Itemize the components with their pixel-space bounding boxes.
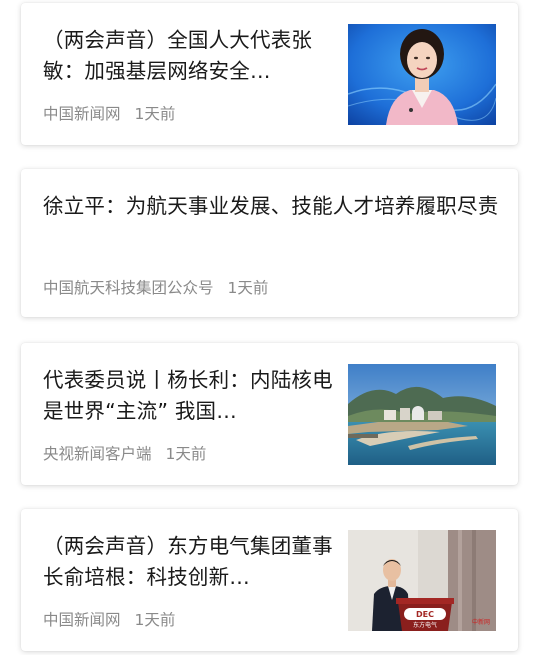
news-card[interactable]: 徐立平：为航天事业发展、技能人才培养履职尽责 中国航天科技集团公众号 1天前 — [21, 169, 518, 317]
podium-logo-text: DEC — [416, 610, 434, 619]
woman-speaker-photo — [348, 24, 496, 125]
news-title[interactable]: 徐立平：为航天事业发展、技能人才培养履职尽责 — [43, 191, 499, 222]
news-source: 中国新闻网 — [43, 611, 121, 629]
news-meta: 中国新闻网 1天前 — [43, 608, 175, 630]
news-source: 中国航天科技集团公众号 — [43, 279, 214, 297]
news-time: 1天前 — [227, 279, 269, 297]
news-meta: 中国新闻网 1天前 — [43, 102, 175, 124]
watermark-text: 中新网 — [472, 618, 490, 626]
news-title[interactable]: （两会声音）东方电气集团董事长俞培根：科技创新… — [43, 531, 333, 593]
news-title[interactable]: 代表委员说丨杨长利：内陆核电是世界“主流” 我国… — [43, 365, 333, 427]
news-source: 中国新闻网 — [43, 105, 121, 123]
news-time: 1天前 — [134, 105, 176, 123]
news-card[interactable]: （两会声音）全国人大代表张敏：加强基层网络安全… 中国新闻网 1天前 — [21, 3, 518, 145]
coastal-nuclear-plant-photo — [348, 364, 496, 465]
news-thumbnail[interactable] — [348, 24, 496, 125]
news-card[interactable]: （两会声音）东方电气集团董事长俞培根：科技创新… 中国新闻网 1天前 DEC 东方… — [21, 509, 518, 651]
news-title[interactable]: （两会声音）全国人大代表张敏：加强基层网络安全… — [43, 25, 333, 87]
news-source: 央视新闻客户端 — [43, 445, 152, 463]
news-thumbnail[interactable] — [348, 364, 496, 465]
podium-name-text: 东方电气 — [413, 621, 437, 629]
news-thumbnail[interactable]: DEC 东方电气 中新网 — [348, 530, 496, 631]
man-at-podium-photo: DEC 东方电气 中新网 — [348, 530, 496, 631]
news-meta: 中国航天科技集团公众号 1天前 — [43, 276, 268, 298]
news-card[interactable]: 代表委员说丨杨长利：内陆核电是世界“主流” 我国… 央视新闻客户端 1天前 — [21, 343, 518, 485]
news-meta: 央视新闻客户端 1天前 — [43, 442, 206, 464]
news-time: 1天前 — [165, 445, 207, 463]
news-time: 1天前 — [134, 611, 176, 629]
